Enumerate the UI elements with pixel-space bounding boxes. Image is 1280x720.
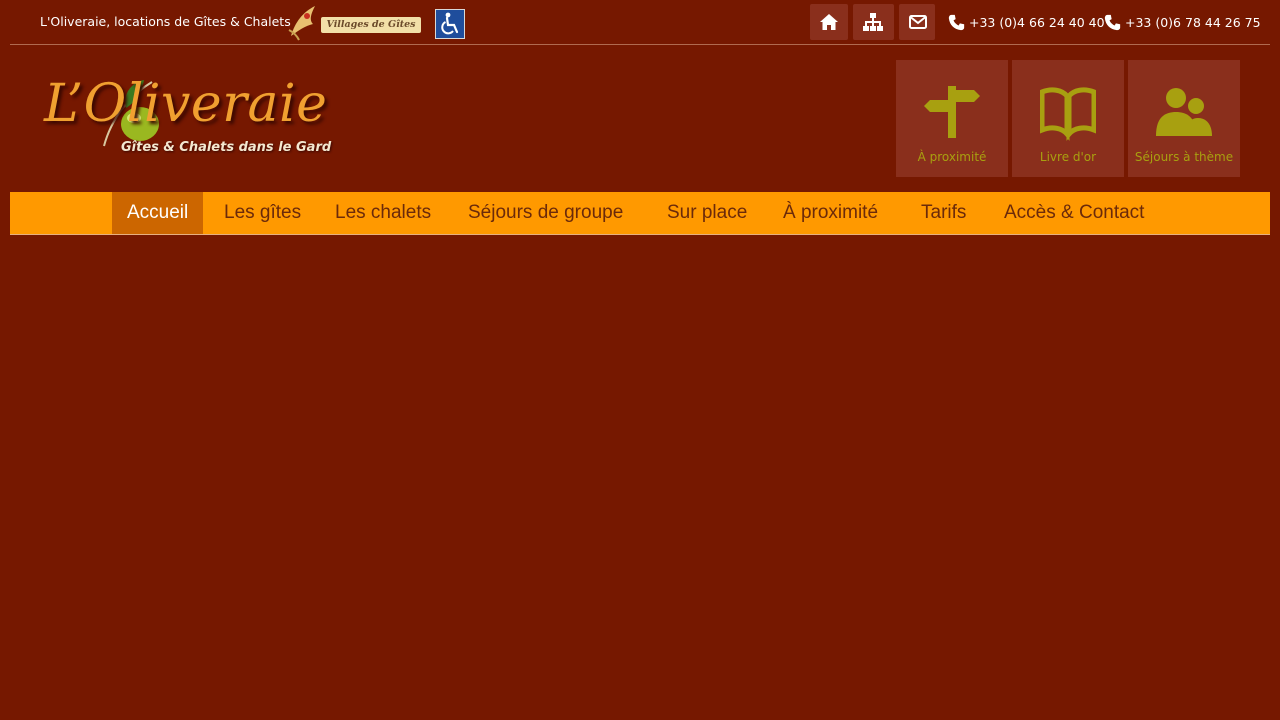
top-divider [10, 44, 1270, 45]
tile-label: À proximité [917, 150, 987, 164]
phone-icon [1104, 14, 1121, 31]
logo-subtitle: Gîtes & Chalets dans le Gard [121, 140, 332, 155]
home-icon [820, 14, 838, 30]
users-icon [1156, 88, 1212, 136]
tile-a-proximite[interactable]: À proximité [896, 60, 1008, 177]
villages-badge-label: Villages de Gîtes [321, 17, 421, 33]
sitemap-button[interactable] [853, 4, 894, 40]
main-nav: Accueil Les gîtes Les chalets Séjours de… [10, 192, 1270, 235]
home-button[interactable] [810, 4, 848, 40]
nav-sejours-de-groupe[interactable]: Séjours de groupe [453, 192, 638, 234]
wheelchair-icon[interactable] [435, 9, 465, 39]
signpost-icon [924, 86, 980, 138]
villages-de-gites-logo[interactable]: Villages de Gîtes [285, 2, 425, 42]
nav-sur-place[interactable]: Sur place [652, 192, 762, 234]
phone-1-number: +33 (0)4 66 24 40 40 [969, 15, 1105, 30]
tile-label: Séjours à thème [1134, 150, 1234, 164]
nav-les-gites[interactable]: Les gîtes [209, 192, 316, 234]
phone-2[interactable]: +33 (0)6 78 44 26 75 [1104, 14, 1261, 31]
nav-a-proximite[interactable]: À proximité [768, 192, 893, 234]
villages-bird-icon [288, 6, 315, 41]
contact-button[interactable] [899, 4, 935, 40]
top-bar: L'Oliveraie, locations de Gîtes & Chalet… [0, 0, 1280, 44]
envelope-icon [909, 15, 927, 29]
tile-label: Livre d'or [1039, 150, 1097, 164]
sitemap-icon [863, 13, 883, 31]
phone-2-number: +33 (0)6 78 44 26 75 [1125, 15, 1261, 30]
nav-acces-contact[interactable]: Accès & Contact [989, 192, 1159, 234]
nav-tarifs[interactable]: Tarifs [906, 192, 981, 234]
tile-livre-dor[interactable]: Livre d'or [1012, 60, 1124, 177]
phone-1[interactable]: +33 (0)4 66 24 40 40 [948, 14, 1105, 31]
site-logo[interactable]: L’Oliveraie Gîtes & Chalets dans le Gard [40, 72, 370, 162]
nav-accueil[interactable]: Accueil [112, 192, 204, 234]
logo-title: L’Oliveraie [44, 74, 328, 134]
book-icon [1040, 87, 1096, 141]
site-name: L'Oliveraie, locations de Gîtes & Chalet… [40, 14, 291, 29]
nav-les-chalets[interactable]: Les chalets [320, 192, 446, 234]
tile-sejours-a-theme[interactable]: Séjours à thème [1128, 60, 1240, 177]
phone-icon [948, 14, 965, 31]
